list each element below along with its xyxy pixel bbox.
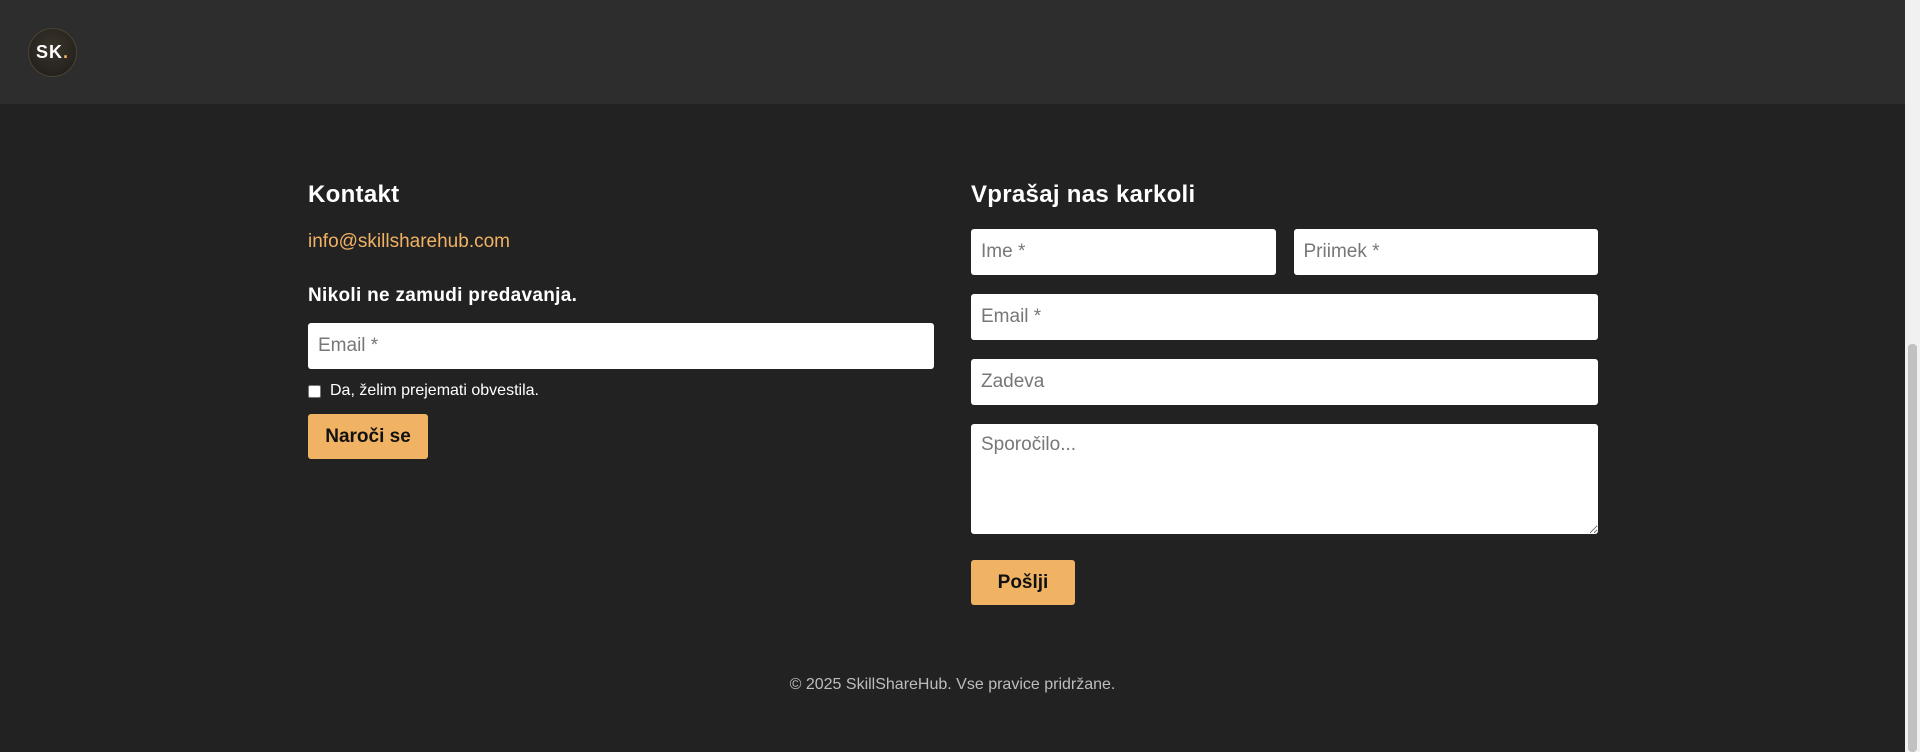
- form-title: Vprašaj nas karkoli: [971, 181, 1196, 208]
- consent-label[interactable]: Da, želim prejemati obvestila.: [330, 382, 539, 400]
- contact-title: Kontakt: [308, 181, 400, 208]
- logo-text: SK: [35, 42, 63, 62]
- subject-input[interactable]: [971, 359, 1598, 405]
- contact-form-section: Vprašaj nas karkoli Pošlji: [971, 180, 1598, 605]
- contact-section: Kontakt info@skillsharehub.com Nikoli ne…: [308, 180, 934, 459]
- scrollbar-thumb[interactable]: [1908, 344, 1917, 752]
- logo-dot: .: [63, 42, 70, 62]
- newsletter-consent: Da, želim prejemati obvestila.: [308, 381, 934, 401]
- last-name-input[interactable]: [1293, 229, 1598, 275]
- message-textarea[interactable]: [971, 424, 1598, 534]
- newsletter-heading: Nikoli ne zamudi predavanja.: [308, 285, 578, 306]
- contact-email-link[interactable]: info@skillsharehub.com: [308, 230, 934, 254]
- consent-checkbox[interactable]: [308, 384, 321, 398]
- send-button[interactable]: Pošlji: [971, 560, 1075, 605]
- newsletter-email-input[interactable]: [308, 323, 934, 369]
- subscribe-button[interactable]: Naroči se: [308, 414, 428, 459]
- site-header: SK.: [0, 0, 1905, 104]
- logo[interactable]: SK.: [28, 28, 77, 77]
- footer-copyright: © 2025 SkillShareHub. Vse pravice pridrž…: [789, 676, 1116, 693]
- first-name-input[interactable]: [971, 229, 1276, 275]
- page: SK. Kontakt info@skillsharehub.com Nikol…: [0, 0, 1920, 752]
- name-row: [971, 229, 1598, 275]
- form-email-input[interactable]: [971, 294, 1598, 340]
